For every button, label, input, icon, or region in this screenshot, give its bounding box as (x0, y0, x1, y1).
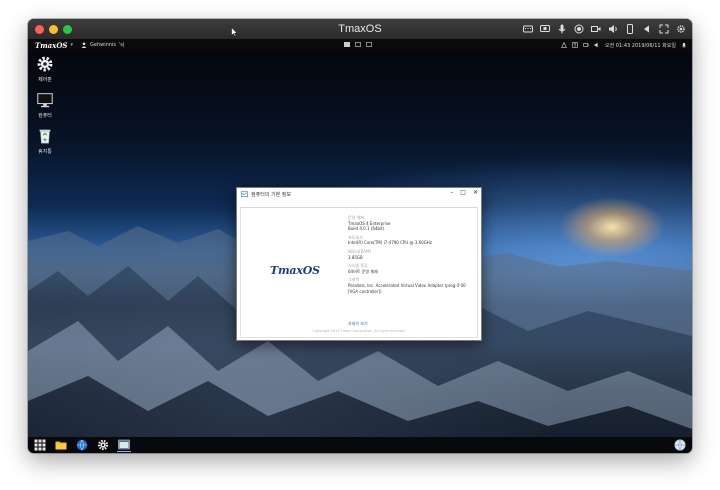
workspace-2[interactable] (355, 42, 361, 47)
network-globe-icon[interactable] (674, 439, 686, 451)
taskbar (28, 437, 692, 453)
dialog-titlebar: 컴퓨터의 기본 정보 – □ ✕ (237, 188, 481, 200)
minimize-window-button[interactable] (49, 24, 58, 34)
graphics-value-line2: [VGA controller]) (348, 288, 382, 294)
user-icon (81, 42, 87, 48)
mac-toolbar-icons (523, 19, 686, 39)
back-triangle-icon[interactable] (642, 24, 652, 34)
taskbar-settings[interactable] (96, 438, 110, 452)
input-method-icon[interactable] (572, 42, 578, 48)
user-name-suffix: 's| (118, 42, 125, 48)
desktop: 제어판 컴퓨터 휴지통 컴퓨터의 기본 정보 – □ ✕ 요약 (28, 51, 692, 437)
system-info-list: 운영 체제 TmaxOS 4 Enterprise Build 4.0.1 (6… (348, 215, 474, 294)
desktop-icon-control-panel[interactable]: 제어판 (28, 55, 62, 83)
mac-titlebar: TmaxOS (28, 19, 692, 39)
keyboard-icon[interactable] (523, 24, 533, 34)
mouse-cursor-icon (231, 27, 238, 37)
monitor-icon (37, 93, 53, 108)
battery-icon[interactable] (583, 42, 589, 48)
fullscreen-icon[interactable] (659, 24, 669, 34)
dialog-controls: – □ ✕ (450, 189, 478, 196)
dialog-close-button[interactable]: ✕ (473, 189, 478, 196)
volume-icon[interactable] (608, 24, 618, 34)
record-icon[interactable] (574, 24, 584, 34)
notification-bell-icon[interactable] (681, 42, 687, 48)
mic-icon[interactable] (557, 24, 567, 34)
system-info-dialog: 컴퓨터의 기본 정보 – □ ✕ 요약 TmaxOS 운영 체제 TmaxOS … (236, 187, 482, 341)
os-top-panel: TmaxOS ▾ Gehwinnis 's| 오전 01:43 2019/06/… (28, 39, 692, 51)
tmaxos-logo: TmaxOS (270, 264, 320, 277)
desktop-icon-computer[interactable]: 컴퓨터 (28, 91, 62, 119)
recycle-bin-icon (39, 129, 51, 144)
dialog-maximize-button[interactable]: □ (460, 189, 466, 196)
user-name: Gehwinnis (90, 42, 116, 48)
taskbar-system-info[interactable] (117, 438, 131, 452)
settings-icon (97, 439, 109, 451)
zoom-window-button[interactable] (63, 24, 72, 34)
desktop-icon-label: 휴지통 (38, 149, 52, 155)
workspace-3[interactable] (366, 42, 372, 47)
dialog-minimize-button[interactable]: – (450, 189, 453, 196)
folder-icon (55, 441, 67, 450)
os-menu-caret[interactable]: ▾ (70, 42, 73, 48)
mac-window: TmaxOS TmaxOS ▾ Gehwinnis 's| 오전 01:43 2… (28, 19, 692, 453)
user-menu[interactable]: Gehwinnis 's| (81, 42, 125, 48)
display-icon[interactable] (540, 24, 550, 34)
phone-icon[interactable] (625, 24, 635, 34)
apps-grid-icon (34, 439, 46, 451)
desktop-icon-label: 제어판 (38, 77, 52, 83)
taskbar-apps-button[interactable] (33, 438, 47, 452)
gear-icon (37, 56, 53, 72)
clock[interactable]: 오전 01:43 2019/06/11 화요일 (605, 42, 676, 49)
video-icon[interactable] (591, 24, 601, 34)
dialog-tabbar: 요약 (240, 200, 478, 217)
more-details-link[interactable]: 자세히 보기 (348, 321, 368, 327)
browser-icon (76, 439, 88, 451)
tray-volume-icon[interactable] (594, 42, 600, 48)
network-icon[interactable] (561, 42, 567, 48)
system-info-window-icon (118, 439, 130, 449)
settings-gear-icon[interactable] (676, 24, 686, 34)
workspace-1[interactable] (344, 42, 350, 47)
close-window-button[interactable] (35, 24, 44, 34)
graphics-value-line1: Parallels, Inc. Accelerated Virtual Vide… (348, 282, 466, 288)
desktop-icon-label: 컴퓨터 (38, 113, 52, 119)
dialog-body: TmaxOS 운영 체제 TmaxOS 4 Enterprise Build 4… (240, 208, 478, 338)
taskbar-browser[interactable] (75, 438, 89, 452)
copyright-text: Copyright 2019 Tmax Corporation. All rig… (312, 329, 406, 333)
os-menu-logo[interactable]: TmaxOS (35, 41, 67, 50)
traffic-lights (35, 24, 72, 34)
dialog-title: 컴퓨터의 기본 정보 (251, 191, 291, 198)
taskbar-file-manager[interactable] (54, 438, 68, 452)
workspace-switcher (344, 42, 372, 47)
os-tray: 오전 01:43 2019/06/11 화요일 (561, 39, 687, 51)
desktop-icon-trash[interactable]: 휴지통 (28, 127, 62, 155)
system-info-icon (241, 190, 248, 197)
